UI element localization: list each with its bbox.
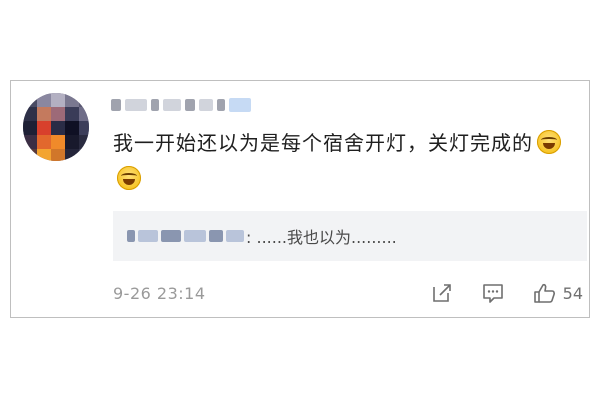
blurred-block (217, 99, 225, 111)
blurred-block (151, 99, 159, 111)
comment-card: 我一开始还以为是每个宿舍开灯，关灯完成的 : ......我也以为.......… (10, 80, 590, 318)
like-count: 54 (562, 283, 583, 303)
blurred-block (229, 98, 251, 112)
comment-body: 我一开始还以为是每个宿舍开灯，关灯完成的 (113, 125, 573, 197)
thumbs-up-icon (533, 283, 555, 303)
edit-button[interactable] (431, 282, 453, 304)
blurred-block (199, 99, 213, 111)
edit-icon (432, 284, 451, 302)
blurred-block (209, 230, 223, 242)
action-bar: 54 (431, 282, 583, 304)
comment-text: 我一开始还以为是每个宿舍开灯，关灯完成的 (113, 131, 533, 155)
comment-footer: 9-26 23:14 54 (113, 281, 583, 305)
timestamp: 9-26 23:14 (113, 283, 206, 303)
blurred-block (184, 230, 206, 242)
laughing-tears-emoji (537, 130, 561, 154)
username-blurred[interactable] (111, 95, 251, 115)
blurred-block (111, 99, 121, 111)
blurred-block (127, 230, 135, 242)
blurred-block (138, 230, 158, 242)
blurred-block (226, 230, 244, 242)
reply-username-blurred[interactable] (127, 230, 244, 242)
like-button[interactable]: 54 (533, 282, 583, 304)
comment-icon (482, 284, 503, 303)
blurred-block (161, 230, 181, 242)
reply-preview[interactable]: : ......我也以为......... (113, 211, 587, 261)
laughing-tears-emoji (117, 166, 141, 190)
avatar[interactable] (23, 93, 89, 161)
blurred-block (163, 99, 181, 111)
reply-button[interactable] (481, 282, 505, 304)
blurred-block (125, 99, 147, 111)
blurred-block (185, 99, 195, 111)
reply-text: : ......我也以为......... (246, 228, 397, 247)
